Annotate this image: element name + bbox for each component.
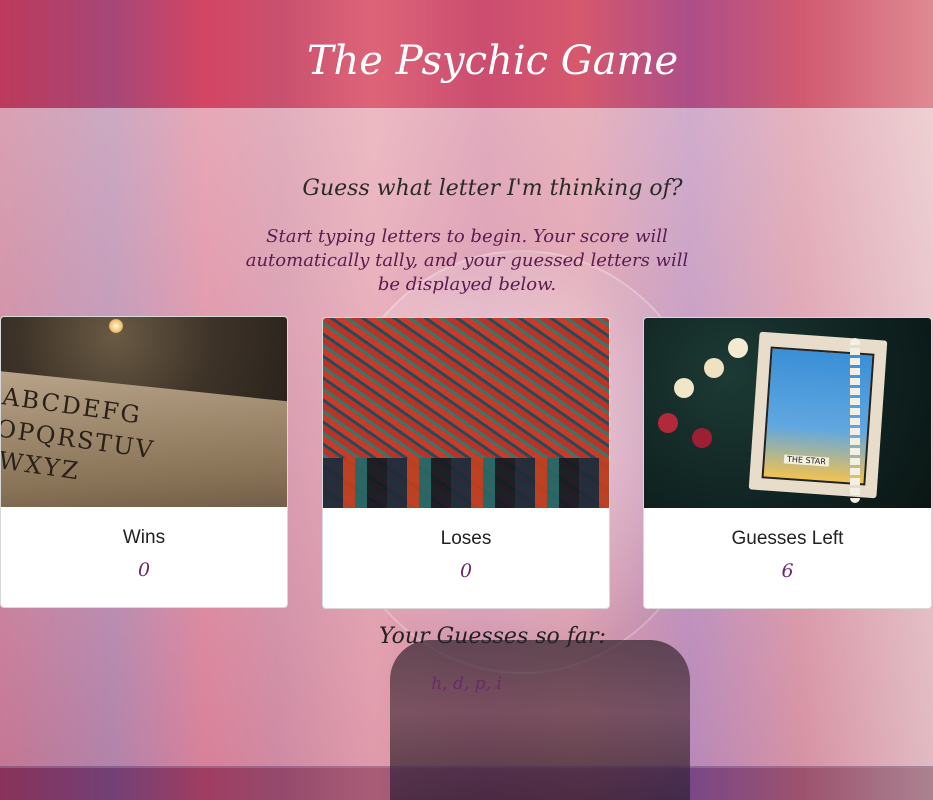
wins-label: Wins — [122, 527, 166, 548]
guesses-heading: Your Guesses so far: — [379, 624, 606, 649]
guesses-left-label: Guesses Left — [731, 528, 844, 549]
loses-value: 0 — [459, 560, 473, 582]
loses-label: Loses — [440, 528, 492, 549]
wins-value: 0 — [137, 559, 151, 581]
game-prompt: Guess what letter I'm thinking of? — [302, 176, 683, 201]
footer-bar — [0, 766, 933, 800]
header-bar: The Psychic Game — [0, 0, 933, 108]
guesses-left-card: THE STAR Guesses Left 6 — [643, 317, 932, 609]
guessed-letters: h, d, p, i — [431, 674, 502, 694]
ouija-board-image: ABCDEFG OPQRSTUV WXYZ — [1, 317, 287, 507]
tarot-deck-image — [323, 318, 609, 508]
loses-card: Loses 0 — [322, 317, 610, 609]
guesses-left-value: 6 — [781, 560, 794, 582]
page-title: The Psychic Game — [306, 38, 679, 84]
game-instructions: Start typing letters to begin. Your scor… — [245, 226, 689, 295]
wins-card: ABCDEFG OPQRSTUV WXYZ Wins 0 — [0, 316, 288, 608]
star-tarot-image: THE STAR — [644, 318, 931, 508]
